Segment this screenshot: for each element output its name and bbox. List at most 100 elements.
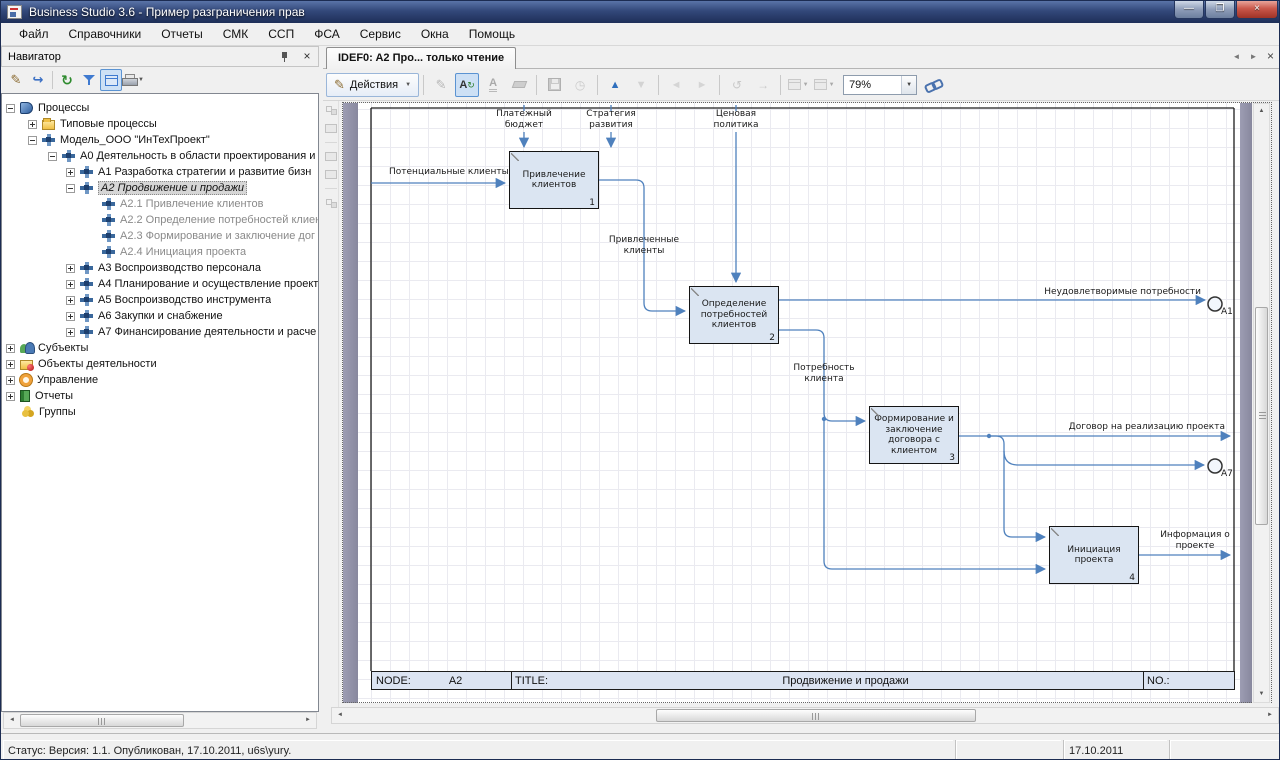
diagram-canvas[interactable]: Привлечение клиентов 1 Определение потре… <box>339 101 1280 707</box>
scrollbar-thumb[interactable] <box>656 709 976 722</box>
menu-file[interactable]: Файл <box>9 24 59 44</box>
move-up-button[interactable]: ▲ <box>603 73 627 97</box>
expand-icon[interactable] <box>28 120 37 129</box>
collapse-icon[interactable] <box>28 136 37 145</box>
menu-fsa[interactable]: ФСА <box>304 24 350 44</box>
tree-item-a2-2[interactable]: A2.2 Определение потребностей клиен <box>2 212 318 228</box>
tree-item-management[interactable]: Управление <box>2 372 318 388</box>
menu-ssp[interactable]: ССП <box>258 24 304 44</box>
filter-button[interactable] <box>78 69 100 91</box>
scroll-right-icon[interactable]: ► <box>1262 708 1278 723</box>
tree-item-a6[interactable]: A6 Закупки и снабжение <box>2 308 318 324</box>
refresh-button[interactable]: ↻ <box>56 69 78 91</box>
scrollbar-thumb[interactable] <box>1255 307 1268 525</box>
tree-item-a2-4[interactable]: A2.4 Инициация проекта <box>2 244 318 260</box>
arrow-label-development-strategy[interactable]: Стратегия развития <box>579 109 643 131</box>
menu-service[interactable]: Сервис <box>350 24 411 44</box>
tree-item-a0[interactable]: A0 Деятельность в области проектирования… <box>2 148 318 164</box>
scroll-down-icon[interactable]: ▼ <box>1254 687 1269 702</box>
tree-item-a1[interactable]: A1 Разработка стратегии и развитие бизн <box>2 164 318 180</box>
activity-box-4[interactable]: Инициация проекта 4 <box>1049 526 1139 584</box>
scrollbar-thumb[interactable] <box>20 714 184 727</box>
expand-icon[interactable] <box>66 280 75 289</box>
title-label: TITLE: <box>515 675 548 687</box>
tree-item-model[interactable]: Модель_ООО "ИнТехПроект" <box>2 132 318 148</box>
arrow-label-unmet-needs[interactable]: Неудовлетворимые потребности <box>1041 287 1201 298</box>
sync-window-button[interactable] <box>100 69 122 91</box>
activity-number: 3 <box>949 453 955 464</box>
filter-icon <box>83 74 95 86</box>
menu-help[interactable]: Помощь <box>459 24 525 44</box>
expand-icon[interactable] <box>66 296 75 305</box>
tab-idef0-a2[interactable]: IDEF0: A2 Про... только чтение <box>326 47 516 69</box>
actions-button[interactable]: ✎ Действия ▼ <box>326 73 419 97</box>
tree-item-a5[interactable]: A5 Воспроизводство инструмента <box>2 292 318 308</box>
expand-icon[interactable] <box>6 360 15 369</box>
expand-icon[interactable] <box>66 328 75 337</box>
minimize-button[interactable]: — <box>1174 1 1204 19</box>
tree-item-activity-objects[interactable]: Объекты деятельности <box>2 356 318 372</box>
collapse-icon[interactable] <box>48 152 57 161</box>
expand-icon[interactable] <box>66 312 75 321</box>
menu-windows[interactable]: Окна <box>411 24 459 44</box>
canvas-vscrollbar[interactable]: ▲ ▼ <box>1253 103 1270 703</box>
scroll-left-icon[interactable]: ◄ <box>4 713 20 728</box>
arrow-label-pricing-policy[interactable]: Ценовая политика <box>704 109 768 131</box>
zoom-combobox[interactable]: 79% ▼ <box>843 75 917 95</box>
tree-item-a2-3[interactable]: A2.3 Формирование и заключение дог <box>2 228 318 244</box>
tree-item-subjects[interactable]: Субъекты <box>2 340 318 356</box>
tree-item-a2[interactable]: A2 Продвижение и продажи <box>2 180 318 196</box>
tree-item-a3[interactable]: A3 Воспроизводство персонала <box>2 260 318 276</box>
tree-item-reports[interactable]: Отчеты <box>2 388 318 404</box>
arrow-label-client-need[interactable]: Потребность клиента <box>789 363 859 385</box>
scroll-left-icon[interactable]: ◄ <box>332 708 348 723</box>
menu-bar: Файл Справочники Отчеты СМК ССП ФСА Серв… <box>1 23 1280 46</box>
menu-directories[interactable]: Справочники <box>59 24 152 44</box>
tree-item-label-selected: A2 Продвижение и продажи <box>98 181 247 195</box>
expand-icon[interactable] <box>66 168 75 177</box>
tab-prev-icon[interactable]: ◄ <box>1230 52 1243 61</box>
arrow-label-potential-clients[interactable]: Потенциальные клиенты <box>389 167 509 178</box>
print-button[interactable]: ▼ <box>122 69 144 91</box>
broken-link-icon[interactable] <box>925 78 943 92</box>
canvas-hscrollbar[interactable]: ◄ ► <box>331 707 1279 724</box>
edit-button[interactable]: ✎ <box>5 69 27 91</box>
go-button[interactable]: ↪ <box>27 69 49 91</box>
navigator-close-icon[interactable]: × <box>300 50 314 64</box>
maximize-button[interactable]: ❐ <box>1205 1 1235 19</box>
tree-item-groups[interactable]: Группы <box>2 404 318 420</box>
tree-item-a7[interactable]: A7 Финансирование деятельности и расче <box>2 324 318 340</box>
rotate-text-button[interactable]: A↻ <box>455 73 479 97</box>
dropdown-icon: ▼ <box>405 82 411 88</box>
pin-icon[interactable] <box>279 51 290 63</box>
expand-icon[interactable] <box>6 392 15 401</box>
dropdown-icon[interactable]: ▼ <box>901 76 916 94</box>
close-button[interactable]: × <box>1236 1 1278 19</box>
tree-item-label: Процессы <box>38 102 89 114</box>
tree-item-a2-1[interactable]: A2.1 Привлечение клиентов <box>2 196 318 212</box>
scroll-right-icon[interactable]: ► <box>300 713 316 728</box>
expand-icon[interactable] <box>6 376 15 385</box>
tab-close-icon[interactable]: × <box>1264 50 1277 62</box>
go-parent-button: ↺ <box>725 73 749 97</box>
expand-icon[interactable] <box>66 264 75 273</box>
tree-item-processes[interactable]: Процессы <box>2 100 318 116</box>
activity-box-3[interactable]: Формирование и заключение договора с кли… <box>869 406 959 464</box>
arrow-label-project-info[interactable]: Информация о проекте <box>1159 530 1231 552</box>
tab-next-icon[interactable]: ► <box>1247 52 1260 61</box>
expand-icon[interactable] <box>6 344 15 353</box>
window-icon <box>788 79 801 90</box>
tree-item-a4[interactable]: A4 Планирование и осуществление проект <box>2 276 318 292</box>
navigator-hscrollbar[interactable]: ◄ ► <box>3 712 317 729</box>
arrow-label-project-contract[interactable]: Договор на реализацию проекта <box>1065 422 1225 433</box>
scroll-up-icon[interactable]: ▲ <box>1254 104 1269 119</box>
collapse-icon[interactable] <box>66 184 75 193</box>
arrow-label-attracted-clients[interactable]: Привлеченные клиенты <box>607 235 681 257</box>
menu-reports[interactable]: Отчеты <box>151 24 212 44</box>
activity-box-2[interactable]: Определение потребностей клиентов 2 <box>689 286 779 344</box>
tree-item-typical-processes[interactable]: Типовые процессы <box>2 116 318 132</box>
menu-smk[interactable]: СМК <box>213 24 259 44</box>
collapse-icon[interactable] <box>6 104 15 113</box>
activity-box-1[interactable]: Привлечение клиентов 1 <box>509 151 599 209</box>
arrow-label-payment-budget[interactable]: Платежный бюджет <box>491 109 557 131</box>
